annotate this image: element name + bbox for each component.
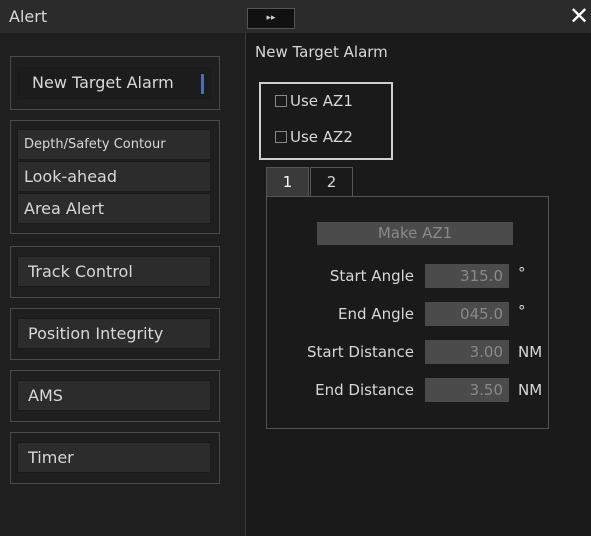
end-angle-unit: ° <box>518 302 526 320</box>
sidebar-item-position-integrity[interactable]: Position Integrity <box>17 318 211 349</box>
close-icon[interactable]: ✕ <box>568 0 590 33</box>
tab-1[interactable]: 1 <box>266 167 309 196</box>
start-angle-unit: ° <box>518 264 526 282</box>
sidebar-group-timer: Timer <box>10 432 220 484</box>
sidebar-item-label: New Target Alarm <box>32 73 174 92</box>
window-title: Alert <box>9 7 48 26</box>
end-angle-label: End Angle <box>338 305 414 323</box>
sidebar-group-ams: AMS <box>10 370 220 422</box>
sidebar-item-new-target-alarm[interactable]: New Target Alarm <box>17 67 211 99</box>
sidebar-group-depth: Depth/Safety Contour Look-ahead Area Ale… <box>10 120 220 234</box>
sidebar-item-area-alert[interactable]: Area Alert <box>17 193 211 224</box>
end-distance-input[interactable]: 3.50 <box>425 378 509 402</box>
sidebar-group-new-target: New Target Alarm <box>10 56 220 110</box>
section-title: New Target Alarm <box>255 43 388 61</box>
end-distance-label: End Distance <box>315 381 414 399</box>
end-angle-input[interactable]: 045.0 <box>425 302 509 326</box>
sidebar-item-label: Timer <box>28 448 74 467</box>
sidebar-item-look-ahead[interactable]: Look-ahead <box>17 161 211 192</box>
expand-button[interactable]: ▸▸ <box>247 8 295 29</box>
start-distance-input[interactable]: 3.00 <box>425 340 509 364</box>
sidebar-item-label: Track Control <box>28 262 133 281</box>
use-az2-checkbox[interactable]: Use AZ2 <box>275 128 353 146</box>
sidebar-group-position: Position Integrity <box>10 308 220 360</box>
title-bar: Alert ▸▸ ✕ <box>0 0 591 33</box>
use-az2-label: Use AZ2 <box>290 128 353 146</box>
sidebar-item-ams[interactable]: AMS <box>17 380 211 411</box>
tab-2[interactable]: 2 <box>310 167 353 196</box>
selected-indicator <box>201 74 204 94</box>
sidebar-item-label: Depth/Safety Contour <box>24 137 166 152</box>
az-checkbox-group: Use AZ1 Use AZ2 <box>259 82 393 160</box>
sidebar-item-label: Area Alert <box>24 199 104 218</box>
use-az1-checkbox[interactable]: Use AZ1 <box>275 92 353 110</box>
use-az1-label: Use AZ1 <box>290 92 353 110</box>
sidebar-item-timer[interactable]: Timer <box>17 442 211 473</box>
start-angle-label: Start Angle <box>329 267 414 285</box>
start-distance-unit: NM <box>518 343 543 361</box>
sidebar-item-label: Position Integrity <box>28 324 164 343</box>
sidebar-item-depth-safety-contour[interactable]: Depth/Safety Contour <box>17 129 211 160</box>
sidebar-item-track-control[interactable]: Track Control <box>17 256 211 287</box>
make-az1-button[interactable]: Make AZ1 <box>317 222 513 245</box>
sidebar-item-label: AMS <box>28 386 63 405</box>
sidebar: New Target Alarm Depth/Safety Contour Lo… <box>0 33 245 536</box>
checkbox-icon <box>275 131 287 143</box>
start-distance-label: Start Distance <box>307 343 414 361</box>
start-angle-input[interactable]: 315.0 <box>425 264 509 288</box>
sidebar-group-track: Track Control <box>10 246 220 298</box>
end-distance-unit: NM <box>518 381 543 399</box>
sidebar-item-label: Look-ahead <box>24 167 117 186</box>
checkbox-icon <box>275 95 287 107</box>
